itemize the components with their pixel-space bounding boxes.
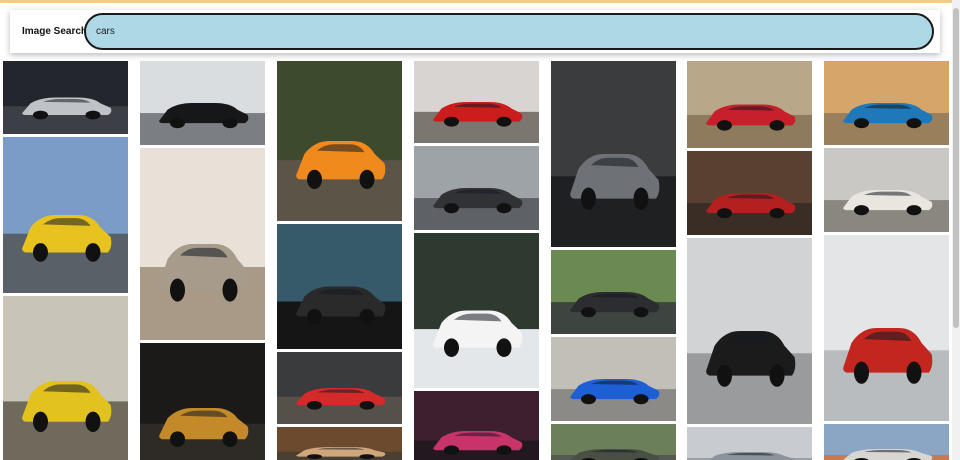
car-photo-icon (277, 427, 402, 460)
car-photo-icon (414, 146, 539, 230)
car-photo-icon (687, 427, 812, 460)
result-image-11[interactable] (414, 61, 539, 143)
scrollbar-thumb[interactable] (953, 8, 959, 328)
car-photo-icon (551, 61, 676, 247)
result-image-8[interactable] (277, 224, 402, 349)
car-photo-icon (140, 343, 265, 460)
car-photo-icon (3, 61, 128, 134)
result-image-21[interactable] (687, 238, 812, 424)
car-photo-icon (277, 61, 402, 221)
car-photo-icon (414, 391, 539, 460)
result-image-17[interactable] (551, 337, 676, 421)
car-photo-icon (687, 238, 812, 424)
result-image-2[interactable] (3, 137, 128, 293)
result-image-14[interactable] (414, 391, 539, 460)
car-photo-icon (140, 61, 265, 145)
car-photo-icon (551, 424, 676, 460)
car-photo-icon (3, 296, 128, 460)
car-photo-icon (277, 224, 402, 349)
car-photo-icon (687, 61, 812, 148)
result-image-4[interactable] (140, 61, 265, 145)
result-image-5[interactable] (140, 148, 265, 340)
result-image-13[interactable] (414, 233, 539, 388)
image-results-grid (0, 0, 952, 460)
app-title: Image Search (22, 26, 88, 37)
result-image-25[interactable] (824, 235, 949, 421)
search-header: Image Search (10, 10, 940, 53)
search-input[interactable] (84, 13, 934, 50)
car-photo-icon (140, 148, 265, 340)
result-image-16[interactable] (551, 250, 676, 334)
car-photo-icon (551, 337, 676, 421)
result-image-20[interactable] (687, 151, 812, 235)
car-photo-icon (824, 148, 949, 232)
page-scrollbar[interactable] (952, 0, 960, 460)
car-photo-icon (824, 61, 949, 145)
result-image-6[interactable] (140, 343, 265, 460)
result-image-3[interactable] (3, 296, 128, 460)
result-image-24[interactable] (824, 148, 949, 232)
result-image-26[interactable] (824, 424, 949, 460)
result-image-22[interactable] (687, 427, 812, 460)
result-image-15[interactable] (551, 61, 676, 247)
car-photo-icon (551, 250, 676, 334)
car-photo-icon (687, 151, 812, 235)
result-image-12[interactable] (414, 146, 539, 230)
car-photo-icon (414, 233, 539, 388)
car-photo-icon (277, 352, 402, 424)
result-image-10[interactable] (277, 427, 402, 460)
result-image-9[interactable] (277, 352, 402, 424)
result-image-19[interactable] (687, 61, 812, 148)
result-image-23[interactable] (824, 61, 949, 145)
car-photo-icon (824, 235, 949, 421)
car-photo-icon (3, 137, 128, 293)
car-photo-icon (824, 424, 949, 460)
result-image-1[interactable] (3, 61, 128, 134)
result-image-7[interactable] (277, 61, 402, 221)
car-photo-icon (414, 61, 539, 143)
result-image-18[interactable] (551, 424, 676, 460)
